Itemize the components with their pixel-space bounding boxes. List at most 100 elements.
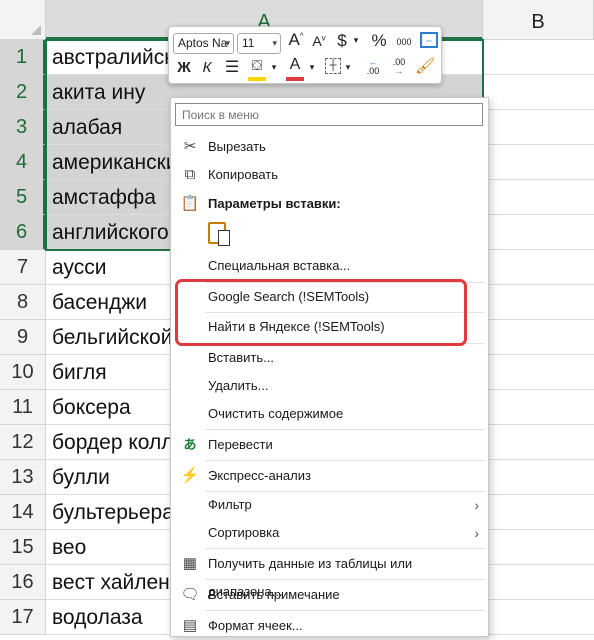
row-header[interactable]: 2: [0, 75, 46, 110]
menu-separator: [205, 460, 485, 461]
menu-item-google-search[interactable]: Google Search (!SEMTools): [172, 283, 487, 311]
font-color-button[interactable]: A: [285, 56, 305, 81]
cell-b[interactable]: [483, 320, 594, 355]
fill-color-button[interactable]: ⛋: [247, 57, 267, 81]
menu-heading-paste-options: 📋 Параметры вставки:: [180, 195, 341, 212]
thousands-separator-button[interactable]: 000: [393, 37, 415, 47]
percent-format-button[interactable]: %: [369, 31, 389, 51]
row-header[interactable]: 14: [0, 495, 46, 530]
paste-options-icon: 📋: [180, 195, 200, 212]
align-center-icon[interactable]: ☰: [221, 57, 243, 77]
cell-b[interactable]: [483, 495, 594, 530]
font-size-box[interactable]: 11 ▾: [237, 33, 281, 54]
row-header[interactable]: 12: [0, 425, 46, 460]
menu-separator: [205, 548, 485, 549]
menu-item-sort[interactable]: Сортировка ›: [172, 519, 487, 547]
menu-separator: [205, 610, 485, 611]
font-name-box[interactable]: Aptos Na ▾: [173, 33, 234, 54]
cell-b[interactable]: [483, 600, 594, 635]
row-header[interactable]: 1: [0, 40, 46, 75]
menu-item-copy[interactable]: ⧉ Копировать: [172, 161, 487, 189]
fill-color-bar: [248, 77, 266, 81]
row-header[interactable]: 11: [0, 390, 46, 425]
font-color-bar: [286, 77, 304, 81]
mini-format-toolbar: Aptos Na ▾ 11 ▾ A^ Av $ ▾ % 000 ⇔ Ж К ☰ ⛋ …: [168, 26, 442, 84]
menu-item-paste-special[interactable]: Специальная вставка...: [172, 252, 487, 280]
decrease-decimal-button[interactable]: ← .00: [361, 58, 385, 76]
row-header[interactable]: 9: [0, 320, 46, 355]
wrap-merge-icon[interactable]: ⇔: [420, 32, 438, 48]
arrow-right-icon: →: [394, 66, 404, 76]
chevron-down-icon: ▾: [272, 38, 277, 48]
row-header[interactable]: 7: [0, 250, 46, 285]
borders-icon[interactable]: ┼: [325, 58, 341, 74]
menu-item-yandex-search[interactable]: Найти в Яндексе (!SEMTools): [172, 313, 487, 341]
row-header[interactable]: 17: [0, 600, 46, 635]
cell-b[interactable]: [483, 215, 594, 250]
menu-item-cut[interactable]: ✂ Вырезать: [172, 133, 487, 161]
grow-font-button[interactable]: A^: [285, 30, 307, 50]
table-icon: ▦: [182, 555, 198, 572]
chevron-right-icon: ›: [474, 497, 479, 513]
translate-icon: あ: [183, 437, 197, 452]
paste-button[interactable]: [172, 220, 487, 252]
cell-b[interactable]: [483, 40, 594, 75]
cell-b[interactable]: [483, 75, 594, 110]
cell-b[interactable]: [483, 110, 594, 145]
cell-b[interactable]: [483, 530, 594, 565]
menu-item-insert-comment[interactable]: 🗨 Вставить примечание: [172, 581, 487, 609]
menu-separator: [205, 429, 485, 430]
menu-search-input[interactable]: [175, 103, 483, 126]
font-name-value: Aptos Na: [178, 36, 228, 50]
column-header-b[interactable]: B: [483, 0, 594, 40]
format-painter-icon[interactable]: 🖌: [415, 56, 435, 76]
currency-dropdown-icon[interactable]: ▾: [351, 35, 361, 46]
chevron-down-icon: ▾: [225, 38, 230, 48]
increase-decimal-button[interactable]: .00 →: [387, 58, 411, 76]
cell-b[interactable]: [483, 285, 594, 320]
menu-item-format-cells[interactable]: ▤ Формат ячеек...: [172, 612, 487, 640]
context-menu: ✂ Вырезать ⧉ Копировать 📋 Параметры вста…: [170, 97, 489, 637]
scissors-icon: ✂: [183, 138, 197, 155]
row-header[interactable]: 15: [0, 530, 46, 565]
fill-color-dropdown-icon[interactable]: ▾: [269, 62, 279, 73]
menu-item-get-data-from-table[interactable]: ▦ Получить данные из таблицы или диапазо…: [172, 550, 487, 599]
menu-separator: [205, 579, 485, 580]
cell-b[interactable]: [483, 145, 594, 180]
select-all-corner[interactable]: [0, 0, 46, 40]
row-header[interactable]: 5: [0, 180, 46, 215]
bold-button[interactable]: Ж: [175, 59, 193, 76]
currency-format-button[interactable]: $: [333, 31, 351, 51]
row-header[interactable]: 13: [0, 460, 46, 495]
clipboard-page-icon: [218, 230, 230, 246]
menu-item-clear-contents[interactable]: Очистить содержимое: [172, 400, 487, 428]
cell-b[interactable]: [483, 250, 594, 285]
row-header[interactable]: 6: [0, 215, 46, 250]
font-size-value: 11: [242, 36, 255, 50]
fill-bucket-icon: ⛋: [251, 57, 263, 73]
menu-item-delete[interactable]: Удалить...: [172, 372, 487, 400]
row-header[interactable]: 16: [0, 565, 46, 600]
cell-b[interactable]: [483, 390, 594, 425]
cell-b[interactable]: [483, 180, 594, 215]
cell-b[interactable]: [483, 355, 594, 390]
cell-b[interactable]: [483, 565, 594, 600]
italic-button[interactable]: К: [199, 59, 215, 76]
font-color-dropdown-icon[interactable]: ▾: [307, 62, 317, 73]
cell-b[interactable]: [483, 460, 594, 495]
row-header[interactable]: 4: [0, 145, 46, 180]
row-header[interactable]: 10: [0, 355, 46, 390]
menu-item-filter[interactable]: Фильтр ›: [172, 491, 487, 519]
cell-b[interactable]: [483, 425, 594, 460]
quick-analysis-icon: ⚡: [180, 467, 200, 484]
row-header[interactable]: 8: [0, 285, 46, 320]
row-header[interactable]: 3: [0, 110, 46, 145]
copy-icon: ⧉: [184, 166, 196, 183]
borders-dropdown-icon[interactable]: ▾: [343, 62, 353, 73]
chevron-right-icon: ›: [474, 525, 479, 541]
comment-icon: 🗨: [180, 586, 200, 603]
menu-item-quick-analysis[interactable]: ⚡ Экспресс-анализ: [172, 462, 487, 490]
shrink-font-button[interactable]: Av: [309, 33, 329, 49]
menu-item-translate[interactable]: あ Перевести: [172, 431, 487, 459]
menu-item-insert[interactable]: Вставить...: [172, 344, 487, 372]
